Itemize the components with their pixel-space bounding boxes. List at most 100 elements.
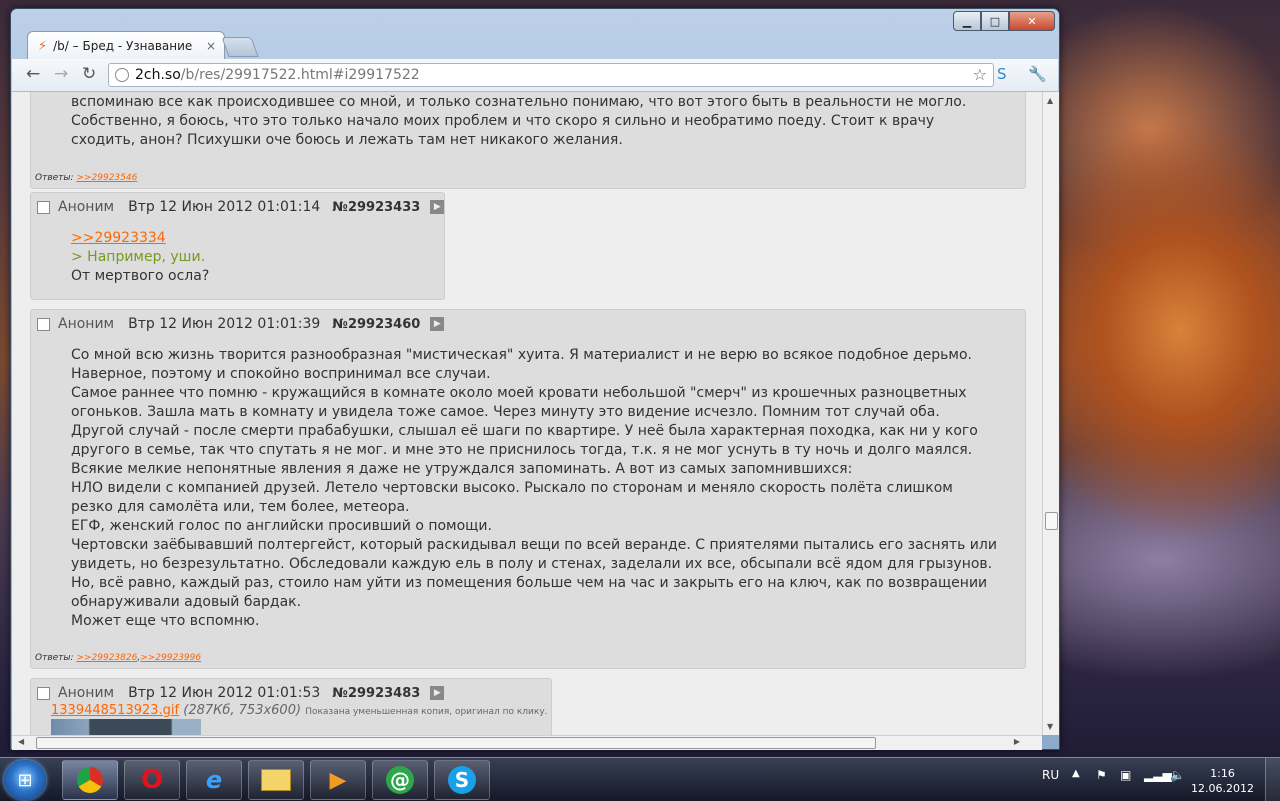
scroll-down-icon[interactable]: ▼ xyxy=(1047,722,1053,731)
scroll-up-icon[interactable]: ▲ xyxy=(1047,96,1053,105)
post-date: Втр 12 Июн 2012 01:01:14 xyxy=(128,199,321,215)
post-author: Аноним xyxy=(58,199,115,215)
browser-window: ▁ □ ✕ ⚡ /b/ – Бред - Узнавание × ← → ↻ 2… xyxy=(10,8,1060,750)
tab-title: /b/ – Бред - Узнавание xyxy=(53,39,193,53)
url-path: /b/res/29917522.html#i29917522 xyxy=(180,67,420,83)
post-line: вспоминаю все как происходившее со мной,… xyxy=(71,94,967,110)
post-number[interactable]: №29923460 xyxy=(332,317,420,332)
volume-icon[interactable]: 🔈 xyxy=(1170,768,1185,782)
device-icon[interactable]: ▣ xyxy=(1120,768,1131,782)
horizontal-scrollbar[interactable]: ◀ ▶ xyxy=(12,735,1042,750)
address-bar[interactable]: 2ch.so /b/res/29917522.html#i29917522 ☆ xyxy=(108,63,994,87)
post-checkbox[interactable] xyxy=(37,200,50,214)
maximize-button[interactable]: □ xyxy=(981,11,1009,31)
post-text: вспоминаю все как происходившее со мной,… xyxy=(71,93,966,150)
answers-label: Ответы: xyxy=(35,653,74,663)
reload-button[interactable]: ↻ xyxy=(82,64,96,84)
answer-link[interactable]: >>29923996 xyxy=(140,653,201,663)
file-info: 1339448513923.gif (287Кб, 753x600) Показ… xyxy=(51,703,548,718)
skype-extension-icon[interactable]: S xyxy=(997,65,1007,83)
post-continuation: вспоминаю все как происходившее со мной,… xyxy=(30,92,1026,189)
back-button[interactable]: ← xyxy=(26,64,40,84)
post-line: Самое раннее что помню - кружащийся в ко… xyxy=(71,385,967,401)
post-date: Втр 12 Июн 2012 01:01:39 xyxy=(128,316,321,332)
start-button[interactable]: ⊞ xyxy=(4,760,46,800)
post-author: Аноним xyxy=(58,685,115,701)
post-answers: Ответы: >>29923546 xyxy=(35,173,137,183)
post-line: Но, всё равно, каждый раз, стоило нам уй… xyxy=(71,575,988,591)
scroll-thumb-horizontal[interactable] xyxy=(36,737,876,749)
clock-date: 12.06.2012 xyxy=(1191,782,1254,795)
scroll-right-icon[interactable]: ▶ xyxy=(1014,737,1020,746)
mail-agent-taskbar-icon[interactable]: @ xyxy=(372,760,428,800)
scroll-thumb[interactable] xyxy=(1045,512,1058,530)
post-29923433: Аноним Втр 12 Июн 2012 01:01:14 №2992343… xyxy=(30,192,445,300)
page-icon xyxy=(115,68,129,82)
language-indicator[interactable]: RU xyxy=(1042,768,1059,782)
post-line: Со мной всю жизнь творится разнообразная… xyxy=(71,347,972,363)
post-line: сходить, анон? Психушки оче боюсь и лежа… xyxy=(71,132,623,148)
reply-link[interactable]: >>29923334 xyxy=(71,229,209,248)
answer-link[interactable]: >>29923546 xyxy=(76,173,137,183)
show-desktop-button[interactable] xyxy=(1265,758,1280,801)
post-text: Со мной всю жизнь творится разнообразная… xyxy=(71,346,997,631)
post-number[interactable]: №29923483 xyxy=(332,686,420,701)
post-line: Наверное, поэтому и спокойно воспринимал… xyxy=(71,366,491,382)
opera-taskbar-icon[interactable]: O xyxy=(124,760,180,800)
answer-link[interactable]: >>29923826 xyxy=(76,653,137,663)
post-line: НЛО видели с компанией друзей. Летело че… xyxy=(71,480,953,496)
post-date: Втр 12 Июн 2012 01:01:53 xyxy=(128,685,321,701)
skype-taskbar-icon[interactable]: S xyxy=(434,760,490,800)
browser-tab[interactable]: ⚡ /b/ – Бред - Узнавание × xyxy=(27,31,225,60)
post-line: Чертовски заёбывавший полтергейст, котор… xyxy=(71,537,997,553)
file-link[interactable]: 1339448513923.gif xyxy=(51,703,179,718)
forward-button[interactable]: → xyxy=(54,64,68,84)
post-line: Всякие мелкие непонятные явления я даже … xyxy=(71,461,853,477)
network-signal-icon[interactable]: ▂▃▅ xyxy=(1144,768,1172,782)
tab-close-icon[interactable]: × xyxy=(206,39,216,53)
image-thumbnail[interactable] xyxy=(51,719,201,735)
internet-explorer-taskbar-icon[interactable]: e xyxy=(186,760,242,800)
lightning-icon: ⚡ xyxy=(38,38,48,54)
wrench-icon[interactable]: 🔧 xyxy=(1028,65,1047,83)
expand-arrow-icon[interactable]: ▶ xyxy=(430,200,445,214)
post-line: другого в семье, так что спутать я не мо… xyxy=(71,442,973,458)
post-line: огоньков. Зашла мать в комнату и увидела… xyxy=(71,404,940,420)
post-line: резко для самолёта или, тем более, метео… xyxy=(71,499,410,515)
bookmark-star-icon[interactable]: ☆ xyxy=(973,65,987,84)
vertical-scrollbar[interactable]: ▲ ▼ xyxy=(1042,92,1059,735)
minimize-button[interactable]: ▁ xyxy=(953,11,981,31)
post-number[interactable]: №29923433 xyxy=(332,200,420,215)
post-checkbox[interactable] xyxy=(37,317,50,331)
tray-expand-icon[interactable]: ▲ xyxy=(1072,768,1080,779)
window-controls: ▁ □ ✕ xyxy=(953,11,1055,31)
answers-label: Ответы: xyxy=(35,173,74,183)
file-hint: Показана уменьшенная копия, оригинал по … xyxy=(305,707,548,717)
post-line: ЕГФ, женский голос по английски просивши… xyxy=(71,518,492,534)
post-line: Может еще что вспомню. xyxy=(71,613,260,629)
greentext-quote: > Например, уши. xyxy=(71,249,206,265)
post-line: Собственно, я боюсь, что это только нача… xyxy=(71,113,935,129)
media-player-taskbar-icon[interactable]: ▶ xyxy=(310,760,366,800)
post-answers: Ответы: >>29923826,>>29923996 xyxy=(35,653,202,663)
post-author: Аноним xyxy=(58,316,115,332)
expand-arrow-icon[interactable]: ▶ xyxy=(430,686,445,700)
post-text: >>29923334 > Например, уши. От мертвого … xyxy=(71,229,209,286)
post-header: Аноним Втр 12 Июн 2012 01:01:39 №2992346… xyxy=(37,316,445,332)
post-29923483: Аноним Втр 12 Июн 2012 01:01:53 №2992348… xyxy=(30,678,552,735)
post-header: Аноним Втр 12 Июн 2012 01:01:53 №2992348… xyxy=(37,685,445,701)
expand-arrow-icon[interactable]: ▶ xyxy=(430,317,445,331)
new-tab-button[interactable] xyxy=(221,37,259,57)
close-window-button[interactable]: ✕ xyxy=(1009,11,1055,31)
post-checkbox[interactable] xyxy=(37,686,50,700)
action-center-flag-icon[interactable]: ⚑ xyxy=(1096,768,1107,782)
post-line: Другой случай - после смерти прабабушки,… xyxy=(71,423,978,439)
page-content: вспоминаю все как происходившее со мной,… xyxy=(12,92,1042,735)
post-line: От мертвого осла? xyxy=(71,268,210,284)
post-header: Аноним Втр 12 Июн 2012 01:01:14 №2992343… xyxy=(37,199,445,215)
file-meta: (287Кб, 753x600) xyxy=(183,703,302,718)
system-clock[interactable]: 1:16 12.06.2012 xyxy=(1191,766,1254,796)
scroll-left-icon[interactable]: ◀ xyxy=(18,737,24,746)
explorer-folder-taskbar-icon[interactable] xyxy=(248,760,304,800)
chrome-taskbar-icon[interactable] xyxy=(62,760,118,800)
